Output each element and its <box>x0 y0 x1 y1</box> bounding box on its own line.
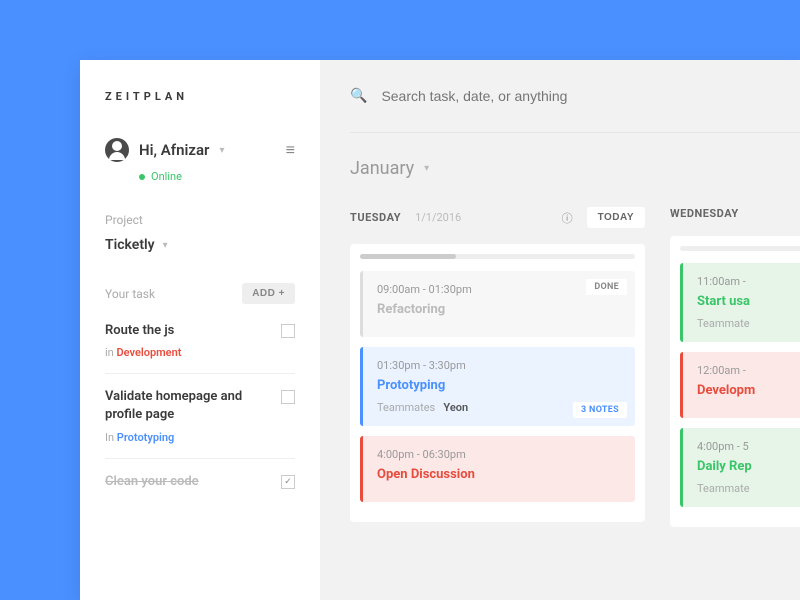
progress-bar <box>680 246 800 251</box>
event-card[interactable]: 4:00pm - 06:30pm Open Discussion <box>360 436 635 502</box>
event-title: Daily Rep <box>697 459 800 474</box>
task-title: Validate homepage and profile page <box>105 388 281 424</box>
search-icon[interactable]: 🔍 <box>350 88 367 104</box>
event-card[interactable]: 01:30pm - 3:30pm Prototyping Teammates Y… <box>360 347 635 426</box>
event-card[interactable]: 4:00pm - 5 Daily Rep Teammate <box>680 428 800 507</box>
task-item[interactable]: Route the js in Development <box>105 322 295 374</box>
task-category: Development <box>116 346 181 359</box>
task-category: Prototyping <box>117 431 174 444</box>
divider <box>350 132 800 133</box>
day-header: WEDNESDAY <box>670 207 800 220</box>
info-icon[interactable]: ⓘ <box>562 210 573 226</box>
day-card: 09:00am - 01:30pm Refactoring DONE 01:30… <box>350 244 645 522</box>
task-checkbox[interactable] <box>281 390 295 404</box>
event-title: Refactoring <box>377 302 621 317</box>
event-title: Prototyping <box>377 378 621 393</box>
event-team: Teammate <box>697 482 800 495</box>
event-time: 4:00pm - 5 <box>697 440 800 453</box>
day-name: TUESDAY <box>350 211 401 224</box>
status: Online <box>139 170 295 183</box>
search-row: 🔍 <box>350 88 800 104</box>
main-area: 🔍 January ▾ TUESDAY 1/1/2016 ⓘ TODAY 09:… <box>320 60 800 600</box>
today-button[interactable]: TODAY <box>587 207 645 228</box>
task-title: Route the js <box>105 322 181 340</box>
status-text: Online <box>151 170 182 183</box>
day-header: TUESDAY 1/1/2016 ⓘ TODAY <box>350 207 645 228</box>
project-selector[interactable]: Ticketly ▾ <box>105 237 295 253</box>
event-title: Start usa <box>697 294 800 309</box>
day-card: 11:00am - Start usa Teammate 12:00am - D… <box>670 236 800 527</box>
status-dot-icon <box>139 174 145 180</box>
event-time: 11:00am - <box>697 275 800 288</box>
task-checkbox[interactable]: ✓ <box>281 475 295 489</box>
sidebar: ZEITPLAN Hi, Afnizar ▾ ≡ Online Project … <box>80 60 320 600</box>
tasks-label: Your task <box>105 287 155 301</box>
event-card[interactable]: 09:00am - 01:30pm Refactoring DONE <box>360 271 635 337</box>
day-column: TUESDAY 1/1/2016 ⓘ TODAY 09:00am - 01:30… <box>350 207 645 527</box>
event-time: 01:30pm - 3:30pm <box>377 359 621 372</box>
month-selector[interactable]: January ▾ <box>350 158 800 179</box>
logo: ZEITPLAN <box>105 90 295 103</box>
event-time: 4:00pm - 06:30pm <box>377 448 621 461</box>
task-item[interactable]: Validate homepage and profile page In Pr… <box>105 388 295 458</box>
event-time: 12:00am - <box>697 364 800 377</box>
day-date: 1/1/2016 <box>415 211 461 224</box>
done-badge: DONE <box>586 279 627 295</box>
task-checkbox[interactable] <box>281 324 295 338</box>
event-team: Teammate <box>697 317 800 330</box>
event-card[interactable]: 12:00am - Developm <box>680 352 800 418</box>
project-label: Project <box>105 213 295 227</box>
add-task-button[interactable]: ADD + <box>242 283 295 304</box>
avatar <box>105 138 129 162</box>
notes-badge[interactable]: 3 NOTES <box>573 402 627 418</box>
event-time: 09:00am - 01:30pm <box>377 283 621 296</box>
day-name: WEDNESDAY <box>670 207 739 220</box>
progress-bar <box>360 254 635 259</box>
task-header: Your task ADD + <box>105 283 295 304</box>
app-window: ZEITPLAN Hi, Afnizar ▾ ≡ Online Project … <box>80 60 800 600</box>
day-column: WEDNESDAY 11:00am - Start usa Teammate 1… <box>670 207 800 527</box>
event-title: Developm <box>697 383 800 398</box>
task-meta: in Development <box>105 346 181 359</box>
user-row[interactable]: Hi, Afnizar ▾ ≡ <box>105 138 295 162</box>
event-title: Open Discussion <box>377 467 621 482</box>
search-input[interactable] <box>381 88 681 104</box>
task-title: Clean your code <box>105 473 199 491</box>
month-label: January <box>350 158 414 179</box>
greeting: Hi, Afnizar <box>139 141 209 159</box>
chevron-down-icon[interactable]: ▾ <box>219 145 224 156</box>
menu-icon[interactable]: ≡ <box>286 140 295 160</box>
task-item[interactable]: Clean your code ✓ <box>105 473 295 511</box>
event-card[interactable]: 11:00am - Start usa Teammate <box>680 263 800 342</box>
task-meta: In Prototyping <box>105 431 281 444</box>
chevron-down-icon: ▾ <box>163 240 168 251</box>
project-name: Ticketly <box>105 237 155 253</box>
chevron-down-icon: ▾ <box>424 163 429 174</box>
days-container: TUESDAY 1/1/2016 ⓘ TODAY 09:00am - 01:30… <box>350 207 800 527</box>
